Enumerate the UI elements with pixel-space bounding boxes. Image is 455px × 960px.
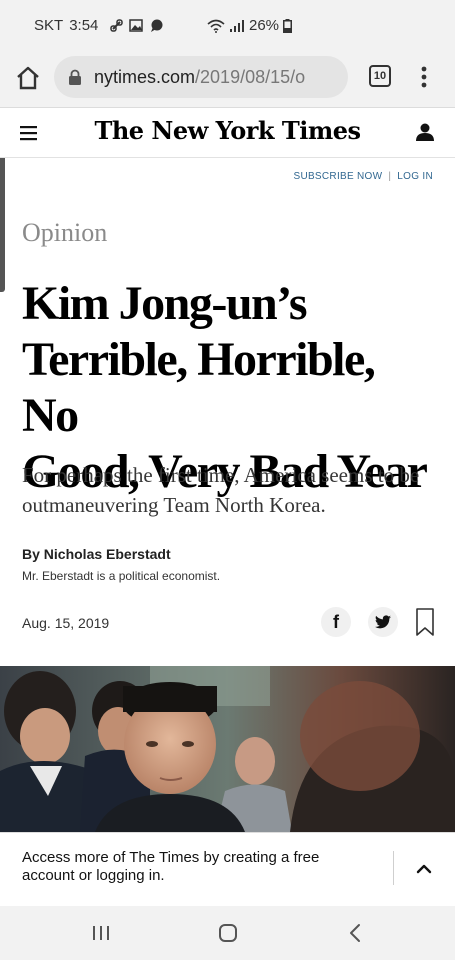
chat-status-icon [151, 19, 163, 32]
gallery-status-icon [129, 19, 144, 32]
separator: | [388, 171, 392, 182]
clock: 3:54 [69, 17, 99, 34]
carrier-label: SKT [34, 17, 64, 34]
lock-icon [69, 69, 81, 85]
banner-divider [393, 851, 394, 885]
subscribe-login-bar: SUBSCRIBE NOW | LOG IN [0, 171, 433, 182]
registration-banner: Access more of The Times by creating a f… [0, 832, 455, 906]
back-icon[interactable] [345, 922, 367, 944]
byline[interactable]: By Nicholas Eberstadt [22, 546, 171, 562]
battery-icon [283, 18, 293, 33]
signal-icon [230, 19, 244, 32]
facebook-icon: f [333, 611, 339, 632]
twitter-icon [375, 615, 391, 629]
wifi-icon [207, 19, 225, 33]
address-bar[interactable]: nytimes.com/2019/08/15/o [54, 56, 348, 98]
banner-message[interactable]: Access more of The Times by creating a f… [22, 849, 322, 885]
login-link[interactable]: LOG IN [397, 171, 433, 182]
headline-line: Terrible, Horrible, No [22, 333, 376, 442]
nav-home-icon[interactable] [217, 922, 239, 944]
photo-illustration [0, 666, 455, 832]
status-bar: SKT 3:54 26% [0, 0, 455, 52]
section-kicker[interactable]: Opinion [22, 218, 107, 248]
tabs-icon[interactable]: 10 [369, 65, 391, 87]
masthead-logo[interactable]: The New York Times [0, 116, 455, 145]
facebook-share-button[interactable]: f [321, 607, 351, 637]
more-vert-icon[interactable] [412, 62, 436, 92]
bookmark-icon[interactable] [415, 607, 435, 637]
url-path: /2019/08/15/o [195, 66, 306, 87]
twitter-share-button[interactable] [368, 607, 398, 637]
headline-line: Kim Jong-un’s [22, 277, 308, 330]
subscribe-link[interactable]: SUBSCRIBE NOW [293, 171, 382, 182]
recents-icon[interactable] [90, 922, 112, 944]
article-summary: For perhaps the first time, America seem… [22, 463, 420, 517]
article-photo [0, 666, 455, 832]
chevron-up-icon[interactable] [412, 857, 436, 881]
account-icon[interactable] [415, 122, 435, 142]
publish-date: Aug. 15, 2019 [22, 615, 110, 631]
system-nav-bar [0, 906, 455, 960]
url-host: nytimes.com [94, 66, 196, 87]
site-header: The New York Times [0, 108, 455, 158]
home-icon[interactable] [14, 64, 42, 92]
battery-percent: 26% [249, 17, 280, 34]
link-status-icon [110, 19, 124, 32]
browser-toolbar: nytimes.com/2019/08/15/o 10 [0, 52, 455, 108]
author-bio: Mr. Eberstadt is a political economist. [22, 569, 221, 583]
